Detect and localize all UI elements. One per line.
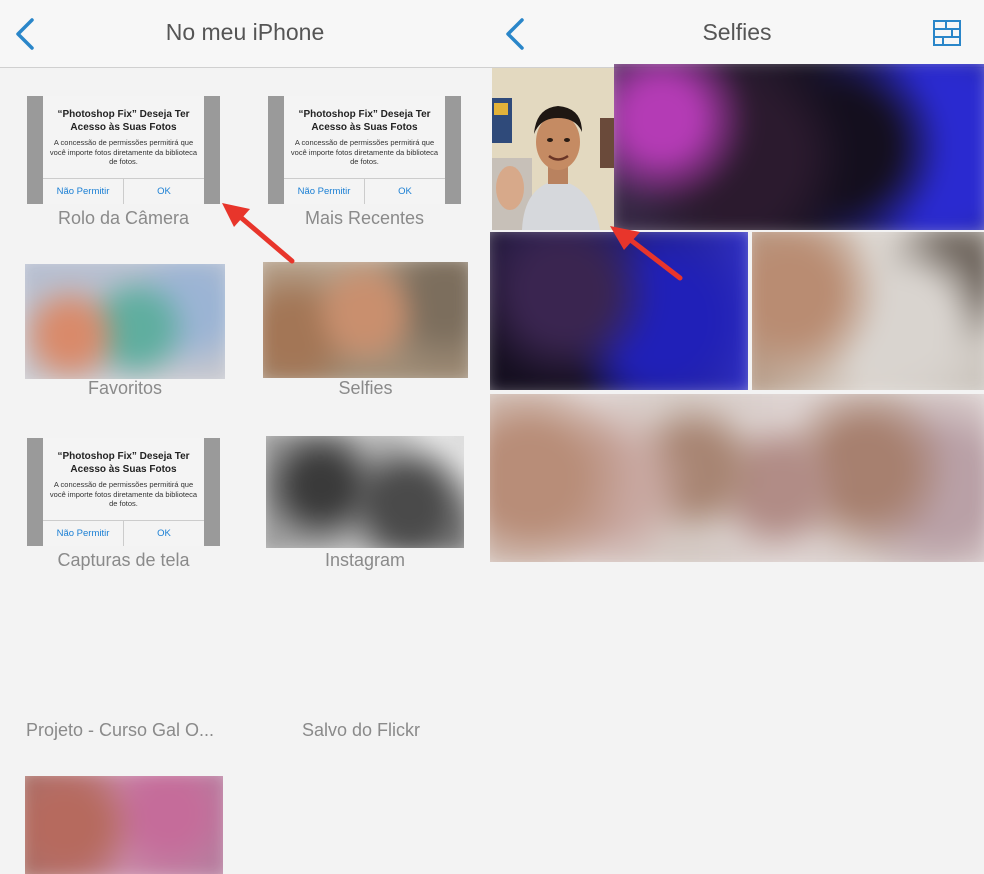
selfies-navbar: Selfies — [490, 0, 984, 68]
blurred-photo — [25, 776, 223, 874]
permission-dialog-body: A concessão de permissões permitirá que … — [49, 138, 198, 166]
album-thumbnail: “Photoshop Fix” Deseja Ter Acesso às Sua… — [27, 438, 220, 546]
albums-pane: No meu iPhone “Photoshop Fix” Deseja Ter… — [0, 0, 490, 874]
album-thumbnail — [25, 776, 223, 874]
blurred-photo — [490, 394, 984, 562]
album-thumbnail — [25, 264, 225, 379]
blurred-photo — [263, 262, 468, 378]
album-thumbnail — [263, 262, 468, 378]
album-label: Salvo do Flickr — [301, 720, 421, 740]
album-label: Capturas de tela — [57, 550, 190, 570]
deny-button-preview: Não Permitir — [297, 186, 351, 197]
page-title: Selfies — [702, 19, 772, 45]
blurred-photo — [614, 64, 984, 230]
blurred-selfie-photo[interactable] — [614, 64, 984, 230]
selfie-portrait — [492, 68, 614, 230]
blurred-selfie-photo[interactable] — [490, 232, 748, 390]
album-instagram[interactable]: Instagram — [266, 436, 464, 578]
album-projeto[interactable]: Projeto - Curso Gal O... — [20, 718, 220, 744]
album-thumbnail-partial[interactable] — [25, 776, 223, 874]
permission-dialog-buttons: Não Permitir OK — [43, 520, 204, 546]
blurred-photo — [490, 232, 748, 390]
album-label: Favoritos — [87, 378, 163, 398]
album-flickr[interactable]: Salvo do Flickr — [263, 718, 459, 744]
permission-dialog-title: “Photoshop Fix” Deseja Ter Acesso às Sua… — [57, 451, 190, 475]
deny-button-preview: Não Permitir — [56, 528, 110, 539]
album-favorites[interactable]: Favoritos — [25, 264, 225, 404]
album-recents[interactable]: “Photoshop Fix” Deseja Ter Acesso às Sua… — [268, 96, 461, 236]
permission-dialog-body: A concessão de permissões permitirá que … — [49, 480, 198, 508]
album-thumbnail — [266, 436, 464, 548]
deny-button-preview: Não Permitir — [56, 186, 110, 197]
album-label: Projeto - Curso Gal O... — [25, 720, 215, 740]
ok-button-preview: OK — [123, 179, 204, 204]
albums-navbar: No meu iPhone — [0, 0, 490, 68]
blurred-photo — [266, 436, 464, 548]
permission-dialog-title: “Photoshop Fix” Deseja Ter Acesso às Sua… — [298, 109, 431, 133]
album-selfies[interactable]: Selfies — [263, 262, 468, 404]
album-thumbnail: “Photoshop Fix” Deseja Ter Acesso às Sua… — [268, 96, 461, 204]
grid-layout-icon[interactable] — [932, 18, 962, 48]
permission-dialog-buttons: Não Permitir OK — [43, 178, 204, 204]
album-label: Instagram — [324, 550, 406, 570]
selfie-photo[interactable] — [492, 68, 614, 230]
ok-button-preview: OK — [364, 179, 445, 204]
permission-dialog-preview: “Photoshop Fix” Deseja Ter Acesso às Sua… — [43, 438, 204, 546]
permission-dialog-preview: “Photoshop Fix” Deseja Ter Acesso às Sua… — [284, 96, 445, 204]
permission-dialog-body: A concessão de permissões permitirá que … — [290, 138, 439, 166]
ok-button-preview: OK — [123, 521, 204, 546]
album-screenshots[interactable]: “Photoshop Fix” Deseja Ter Acesso às Sua… — [27, 438, 220, 578]
album-label: Selfies — [338, 378, 393, 398]
page-title: No meu iPhone — [165, 19, 325, 45]
permission-dialog-title: “Photoshop Fix” Deseja Ter Acesso às Sua… — [57, 109, 190, 133]
permission-dialog-preview: “Photoshop Fix” Deseja Ter Acesso às Sua… — [43, 96, 204, 204]
album-thumbnail: “Photoshop Fix” Deseja Ter Acesso às Sua… — [27, 96, 220, 204]
album-label: Mais Recentes — [304, 208, 425, 228]
blurred-selfie-photo[interactable] — [490, 394, 984, 562]
selfies-pane: Selfies — [490, 0, 984, 874]
permission-dialog-buttons: Não Permitir OK — [284, 178, 445, 204]
blurred-selfie-photo[interactable] — [752, 232, 984, 390]
album-camera-roll[interactable]: “Photoshop Fix” Deseja Ter Acesso às Sua… — [27, 96, 220, 236]
album-label: Rolo da Câmera — [57, 208, 190, 228]
blurred-photo — [25, 264, 225, 379]
blurred-photo — [752, 232, 984, 390]
